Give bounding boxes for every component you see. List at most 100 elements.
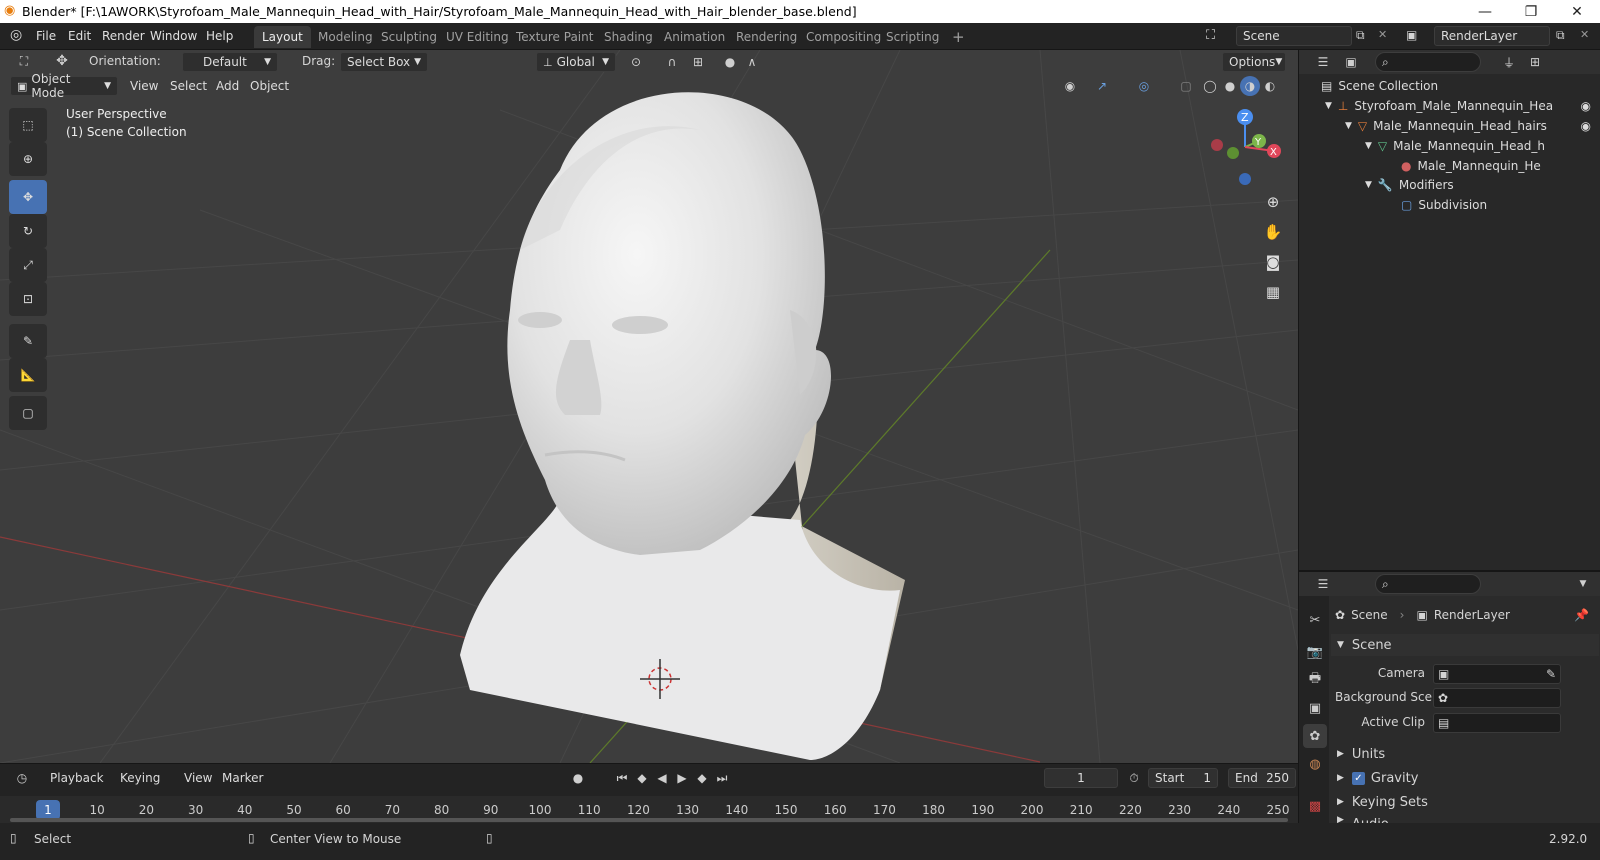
gravity-panel-header[interactable]: ▶ ✓ Gravity (1331, 768, 1599, 788)
scene-tab-icon[interactable]: ✿ (1303, 724, 1327, 748)
background-scene-field[interactable]: ✿ (1433, 688, 1561, 708)
solid-shading-icon[interactable]: ● (1220, 76, 1240, 96)
viewport-menu-add[interactable]: Add (210, 76, 245, 96)
outliner-row-subdivision[interactable]: ▢ Subdivision (1299, 195, 1600, 215)
render-tab-icon[interactable]: 📷 (1303, 640, 1327, 664)
tab-sculpting[interactable]: Sculpting (373, 26, 445, 48)
properties-editor-icon[interactable]: ☰ (1313, 574, 1333, 594)
properties-search-input[interactable]: ⌕ (1375, 574, 1481, 594)
remove-scene-icon[interactable]: ✕ (1378, 28, 1387, 41)
display-mode-icon[interactable]: ▣ (1341, 52, 1361, 72)
jump-start-icon[interactable]: ⏮ (612, 768, 632, 788)
gravity-checkbox[interactable]: ✓ (1351, 771, 1365, 785)
timeline-scrollbar[interactable] (10, 818, 1288, 822)
mode-dropdown[interactable]: ▣ Object Mode ▼ (10, 72, 118, 100)
add-cube-tool[interactable]: ▢ (9, 396, 47, 430)
units-panel-header[interactable]: ▶ Units (1331, 744, 1599, 764)
outliner-row-hairs[interactable]: ▼ ▽ Male_Mannequin_Head_hairs ◉ (1299, 116, 1600, 136)
camera-view-icon[interactable]: ◙ (1261, 250, 1285, 274)
outliner-row-object[interactable]: ▼ ⊥ Styrofoam_Male_Mannequin_Hea ◉ (1299, 96, 1600, 116)
menu-help[interactable]: Help (200, 27, 239, 46)
overlays-icon[interactable]: ◎ (1134, 76, 1154, 96)
tab-layout[interactable]: Layout (254, 26, 311, 48)
tab-compositing[interactable]: Compositing (798, 26, 889, 48)
tool-tab-icon[interactable]: ✂ (1303, 608, 1327, 632)
add-workspace-icon[interactable]: + (944, 26, 973, 48)
zoom-icon[interactable]: ⊕ (1261, 190, 1285, 214)
pin-icon[interactable]: 📌 (1574, 608, 1589, 622)
annotate-tool[interactable]: ✎ (9, 324, 47, 358)
tab-modeling[interactable]: Modeling (310, 26, 381, 48)
texture-tab-icon[interactable]: ▩ (1303, 794, 1327, 818)
timeline-editor-icon[interactable]: ◷ (12, 768, 32, 788)
drag-dropdown[interactable]: Select Box ▼ (340, 52, 428, 72)
end-frame-field[interactable]: End 250 (1228, 768, 1296, 788)
eyedropper-icon[interactable]: ✎ (1546, 667, 1556, 681)
remove-view-layer-icon[interactable]: ✕ (1580, 28, 1589, 41)
rotate-tool[interactable]: ↻ (9, 214, 47, 248)
wireframe-shading-icon[interactable]: ◯ (1200, 76, 1220, 96)
cursor-tool[interactable]: ⊕ (9, 142, 47, 176)
options-dropdown[interactable]: Options ▼ (1222, 52, 1286, 72)
outliner-row-root[interactable]: ▤ Scene Collection (1299, 76, 1600, 96)
xray-icon[interactable]: ▢ (1176, 76, 1196, 96)
scene-field[interactable]: Scene (1236, 26, 1352, 46)
proportional-edit-icon[interactable]: ● (720, 52, 740, 72)
snap-target-icon[interactable]: ⊞ (688, 52, 708, 72)
new-collection-icon[interactable]: ⊞ (1525, 52, 1545, 72)
tab-shading[interactable]: Shading (596, 26, 661, 48)
orientation-dropdown[interactable]: Default ▼ (182, 52, 278, 72)
blender-menu-icon[interactable]: ◎ (10, 27, 22, 43)
measure-tool[interactable]: 📐 (9, 358, 47, 392)
record-icon[interactable]: ● (568, 768, 588, 788)
outliner-search-input[interactable]: ⌕ (1375, 52, 1481, 72)
next-keyframe-icon[interactable]: ◆ (692, 768, 712, 788)
tab-texture-paint[interactable]: Texture Paint (508, 26, 601, 48)
ortho-grid-icon[interactable]: ▦ (1261, 280, 1285, 304)
jump-end-icon[interactable]: ⏭ (712, 768, 732, 788)
active-clip-field[interactable]: ▤ (1433, 713, 1561, 733)
material-shading-icon[interactable]: ◑ (1240, 76, 1260, 96)
view-layer-icon[interactable]: ▣ (1406, 28, 1417, 42)
start-frame-field[interactable]: Start 1 (1148, 768, 1218, 788)
scene-panel-header[interactable]: ▼ Scene (1331, 634, 1599, 656)
transform-tool[interactable]: ⊡ (9, 282, 47, 316)
copy-scene-icon[interactable]: ⧉ (1356, 28, 1365, 43)
menu-window[interactable]: Window (144, 27, 203, 46)
scale-tool[interactable]: ⤢ (9, 248, 47, 282)
menu-edit[interactable]: Edit (62, 27, 97, 46)
output-tab-icon[interactable]: 🖶 (1303, 668, 1327, 692)
tab-scripting[interactable]: Scripting (878, 26, 947, 48)
minimize-button[interactable]: — (1462, 0, 1508, 23)
editor-type-icon[interactable]: ⛶ (14, 51, 34, 71)
tab-animation[interactable]: Animation (656, 26, 733, 48)
restore-button[interactable]: ❐ (1508, 0, 1554, 23)
3d-viewport[interactable]: ⛶ ✥ Orientation: Default ▼ Drag: Select B… (0, 50, 1298, 763)
prev-keyframe-icon[interactable]: ◆ (632, 768, 652, 788)
world-tab-icon[interactable]: ◍ (1303, 752, 1327, 776)
current-frame-field[interactable]: 1 (1044, 768, 1118, 788)
play-reverse-icon[interactable]: ◀ (652, 768, 672, 788)
viewport-menu-select[interactable]: Select (164, 76, 213, 96)
pan-hand-icon[interactable]: ✋ (1261, 220, 1285, 244)
eye-icon[interactable]: ◉ (1581, 99, 1591, 113)
viewport-menu-object[interactable]: Object (244, 76, 295, 96)
scene-browse-icon[interactable]: ⛶ (1206, 28, 1215, 43)
menu-render[interactable]: Render (96, 27, 151, 46)
outliner-row-mesh-data[interactable]: ▼ ▽ Male_Mannequin_Head_h (1299, 136, 1600, 156)
keying-sets-panel-header[interactable]: ▶ Keying Sets (1331, 792, 1599, 812)
falloff-icon[interactable]: ∧ (742, 52, 762, 72)
move-tool-icon[interactable]: ✥ (52, 51, 72, 71)
viewport-menu-view[interactable]: View (124, 76, 164, 96)
navigation-gizmo[interactable]: Z Y X (1205, 105, 1285, 185)
play-icon[interactable]: ▶ (672, 768, 692, 788)
copy-view-layer-icon[interactable]: ⧉ (1556, 28, 1565, 43)
camera-field[interactable]: ▣ ✎ (1433, 664, 1561, 684)
pivot-icon[interactable]: ⊙ (626, 52, 646, 72)
chevron-down-icon[interactable]: ▼ (1573, 574, 1593, 594)
move-tool[interactable]: ✥ (9, 180, 47, 214)
view-layer-field[interactable]: RenderLayer (1434, 26, 1550, 46)
timeline-menu-marker[interactable]: Marker (216, 768, 269, 788)
timeline-menu-keying[interactable]: Keying (114, 768, 166, 788)
menu-file[interactable]: File (30, 27, 62, 46)
